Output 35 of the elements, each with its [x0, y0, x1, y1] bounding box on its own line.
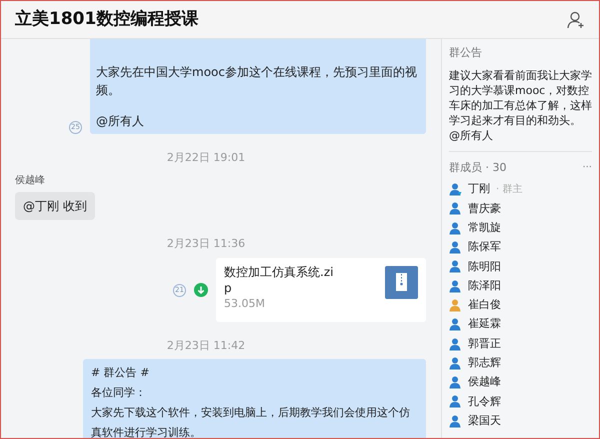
timestamp: 2月23日 11:42 [166, 338, 246, 354]
file-name: 数控加工仿真系统.zip [224, 264, 334, 296]
message-text: # 群公告 # [91, 364, 150, 380]
announcement-mention: @所有人 [449, 128, 494, 142]
file-size: 53.05M [224, 296, 266, 312]
member-name[interactable]: 常凯旋 [468, 220, 501, 236]
message-text: @所有人 [96, 113, 145, 130]
announcement-heading: 群公告 [449, 45, 483, 61]
member-name[interactable]: 梁国天 [468, 412, 501, 430]
file-card[interactable]: 数控加工仿真系统.zip 53.05M [216, 258, 426, 322]
zip-file-icon [385, 266, 418, 299]
member-name[interactable]: 崔白俊 [468, 297, 501, 314]
add-person-icon[interactable] [567, 10, 585, 28]
member-name[interactable]: 陈泽阳 [468, 278, 501, 294]
member-name[interactable]: 曹庆豪 [468, 200, 501, 218]
member-name[interactable]: 陈保军 [468, 239, 501, 256]
download-icon[interactable] [194, 283, 208, 297]
window-title: 立美1801数控编程授课 [15, 8, 198, 31]
member-name[interactable]: 郭志辉 [468, 355, 501, 372]
member-name[interactable]: 郭晋正 [468, 336, 501, 352]
announcement-text: 建议大家看看前面我让大家学习的大学慕课mooc，对数控车床的加工有总体了解，这样学习起来才有目的和劲头。 [449, 68, 592, 128]
member-name[interactable]: 崔延霖 [468, 316, 501, 333]
member-name[interactable]: 陈明阳 [468, 258, 501, 276]
members-heading: 群成员 · 30 [449, 160, 506, 176]
member-name[interactable]: 孔令辉 [468, 394, 501, 410]
member-name[interactable]: 丁刚 [468, 181, 490, 198]
sender-name: 侯越峰 [15, 174, 45, 188]
message-text: 大家先下载这个软件，安装到电脑上，后期教学我们会使用这个仿真软件进行学习训练。 [91, 404, 411, 438]
message-text: 大家先在中国大学mooc参加这个在线课程，先预习里面的视频。 [96, 64, 418, 99]
role-label: · 群主 [496, 182, 522, 198]
member-name[interactable]: 侯越峰 [468, 374, 501, 391]
message-text: 各位同学： [91, 384, 147, 400]
timestamp: 2月23日 11:36 [166, 236, 246, 252]
message-bubble: @丁刚 收到 [15, 192, 95, 220]
timestamp: 2月22日 19:01 [166, 150, 246, 166]
